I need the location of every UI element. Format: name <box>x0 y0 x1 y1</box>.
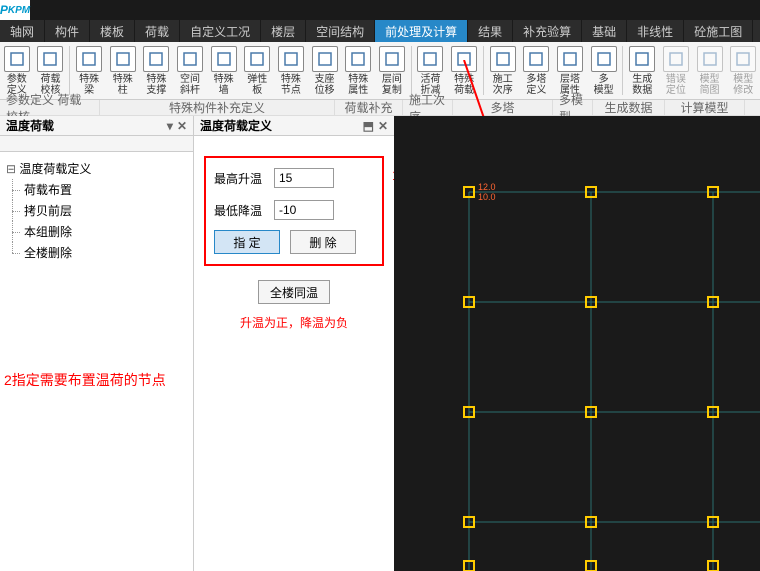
definition-panel-header: 温度荷载定义 ⬒ ✕ <box>194 116 394 136</box>
left-panel-subheader <box>0 136 193 152</box>
input-highlight-box: 1填写升降温 最高升温 最低降温 指 定 删 除 <box>204 156 384 266</box>
ribbon-icon <box>697 46 723 72</box>
min-temp-input[interactable] <box>274 200 334 220</box>
ribbon-icon <box>379 46 405 72</box>
ribbon-btn-24[interactable]: 模型简图 <box>693 42 727 99</box>
ribbon-group-0: 参数定义 荷载校核 <box>0 100 100 115</box>
menu-0[interactable]: 轴网 <box>0 20 45 42</box>
ribbon-btn-18[interactable]: 多塔定义 <box>520 42 554 99</box>
delete-button[interactable]: 删 除 <box>290 230 356 254</box>
tree-item-3[interactable]: 全楼删除 <box>6 242 187 263</box>
definition-panel: 温度荷载定义 ⬒ ✕ 1填写升降温 最高升温 最低降温 <box>194 116 394 571</box>
ribbon-icon <box>663 46 689 72</box>
ribbon-btn-9[interactable]: 特殊节点 <box>274 42 308 99</box>
ribbon-group-7: 计算模型 <box>665 100 745 115</box>
left-panel-header: 温度荷载 ▾ ✕ <box>0 116 193 136</box>
menu-11[interactable]: 非线性 <box>627 20 684 42</box>
ribbon-toolbar: 参数定义荷载校核特殊梁特殊柱特殊支撑空间斜杆特殊墙弹性板特殊节点支座位移特殊属性… <box>0 42 760 100</box>
max-temp-label: 最高升温 <box>214 170 274 187</box>
ribbon-icon <box>177 46 203 72</box>
ribbon-btn-22[interactable]: 生成数据 <box>625 42 659 99</box>
menu-5[interactable]: 楼层 <box>261 20 306 42</box>
tree-item-2[interactable]: 本组删除 <box>6 221 187 242</box>
ribbon-icon <box>490 46 516 72</box>
dim-label-2: 10.0 <box>478 192 496 202</box>
ribbon-group-2: 荷载补充 <box>335 100 403 115</box>
all-floors-button[interactable]: 全楼同温 <box>258 280 330 304</box>
tree-item-0[interactable]: 荷载布置 <box>6 179 187 200</box>
ribbon-btn-10[interactable]: 支座位移 <box>308 42 342 99</box>
ribbon-btn-17[interactable]: 施工次序 <box>486 42 520 99</box>
ribbon-icon <box>345 46 371 72</box>
assign-button[interactable]: 指 定 <box>214 230 280 254</box>
ribbon-icon <box>591 46 617 72</box>
max-temp-input[interactable] <box>274 168 334 188</box>
ribbon-icon <box>110 46 136 72</box>
ribbon-btn-8[interactable]: 弹性板 <box>240 42 274 99</box>
menu-7[interactable]: 前处理及计算 <box>375 20 468 42</box>
close-icon[interactable]: ✕ <box>378 119 388 133</box>
ribbon-icon <box>557 46 583 72</box>
definition-panel-title: 温度荷载定义 <box>200 117 272 134</box>
ribbon-btn-25[interactable]: 模型修改 <box>726 42 760 99</box>
ribbon-icon <box>312 46 338 72</box>
menu-2[interactable]: 楼板 <box>90 20 135 42</box>
menu-4[interactable]: 自定义工况 <box>180 20 261 42</box>
ribbon-btn-23[interactable]: 错误定位 <box>659 42 693 99</box>
ribbon-icon <box>143 46 169 72</box>
menu-3[interactable]: 荷载 <box>135 20 180 42</box>
ribbon-group-4: 多塔 <box>453 100 553 115</box>
ribbon-group-3: 施工次序 <box>403 100 453 115</box>
ribbon-btn-7[interactable]: 特殊墙 <box>207 42 241 99</box>
menu-1[interactable]: 构件 <box>45 20 90 42</box>
pin-icon[interactable]: ⬒ <box>363 119 374 133</box>
ribbon-btn-4[interactable]: 特殊柱 <box>106 42 140 99</box>
left-panel-title: 温度荷载 <box>6 117 54 134</box>
ribbon-group-5: 多模型 <box>553 100 593 115</box>
ribbon-btn-20[interactable]: 多模型 <box>587 42 621 99</box>
ribbon-icon <box>278 46 304 72</box>
ribbon-btn-6[interactable]: 空间斜杆 <box>173 42 207 99</box>
ribbon-btn-5[interactable]: 特殊支撑 <box>140 42 174 99</box>
menu-6[interactable]: 空间结构 <box>306 20 375 42</box>
menu-9[interactable]: 补充验算 <box>513 20 582 42</box>
ribbon-icon <box>76 46 102 72</box>
dropdown-icon[interactable]: ▾ <box>167 119 173 133</box>
ribbon-icon <box>4 46 30 72</box>
ribbon-btn-11[interactable]: 特殊属性 <box>341 42 375 99</box>
ribbon-icon <box>211 46 237 72</box>
ribbon-icon <box>523 46 549 72</box>
menu-bar: 轴网构件楼板荷载自定义工况楼层空间结构前处理及计算结果补充验算基础非线性砼施工图 <box>0 20 760 42</box>
close-icon[interactable]: ✕ <box>177 119 187 133</box>
ribbon-group-labels: 参数定义 荷载校核特殊构件补充定义荷载补充施工次序多塔多模型生成数据计算模型 <box>0 100 760 116</box>
annotation-2: 2指定需要布置温荷的节点 <box>4 370 166 390</box>
app-logo: PKPM <box>0 0 30 20</box>
menu-10[interactable]: 基础 <box>582 20 627 42</box>
ribbon-icon <box>451 46 477 72</box>
grid-svg: 12.0 10.0 <box>394 116 760 571</box>
tree-item-1[interactable]: 拷贝前层 <box>6 200 187 221</box>
ribbon-icon <box>37 46 63 72</box>
min-temp-label: 最低降温 <box>214 202 274 219</box>
menu-8[interactable]: 结果 <box>468 20 513 42</box>
tree-view: 温度荷载定义 荷载布置拷贝前层本组删除全楼删除 <box>0 152 193 571</box>
ribbon-icon <box>417 46 443 72</box>
ribbon-icon <box>244 46 270 72</box>
model-viewport[interactable]: 12.0 10.0 <box>394 116 760 571</box>
ribbon-btn-15[interactable]: 特殊荷载 <box>447 42 481 99</box>
tree-root[interactable]: 温度荷载定义 <box>6 158 187 179</box>
left-panel: 温度荷载 ▾ ✕ 温度荷载定义 荷载布置拷贝前层本组删除全楼删除 <box>0 116 194 571</box>
ribbon-icon <box>629 46 655 72</box>
ribbon-group-1: 特殊构件补充定义 <box>100 100 335 115</box>
dim-label-1: 12.0 <box>478 182 496 192</box>
hint-text: 升温为正，降温为负 <box>204 314 384 331</box>
ribbon-group-6: 生成数据 <box>593 100 665 115</box>
ribbon-btn-12[interactable]: 层间复制 <box>375 42 409 99</box>
ribbon-icon <box>730 46 756 72</box>
menu-12[interactable]: 砼施工图 <box>684 20 753 42</box>
